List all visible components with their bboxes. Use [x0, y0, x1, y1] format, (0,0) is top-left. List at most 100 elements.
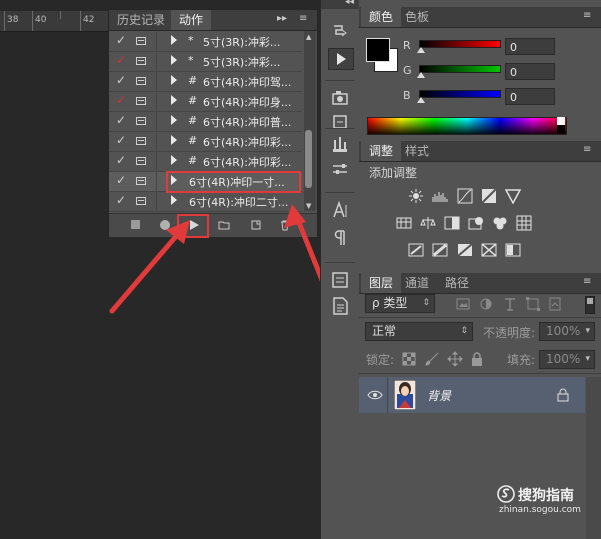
lock-transparent-icon[interactable] — [401, 351, 417, 367]
expand-triangle-icon[interactable] — [171, 155, 177, 165]
channel-value-input[interactable]: 0 — [505, 38, 555, 55]
check-icon[interactable]: ✓ — [116, 153, 126, 167]
panel-menu-icon[interactable]: ≡ — [583, 144, 591, 155]
gradient-map-icon[interactable] — [505, 242, 521, 258]
channel-slider[interactable] — [419, 40, 501, 48]
dialog-toggle-icon[interactable] — [136, 77, 146, 85]
tab-color[interactable]: 颜色 — [361, 7, 402, 27]
collapse-arrows-icon[interactable]: ▸▸ — [277, 13, 287, 24]
expand-icon[interactable]: ◂◂ — [345, 0, 354, 7]
lock-all-icon[interactable] — [469, 351, 485, 367]
dialog-toggle-icon[interactable] — [136, 157, 146, 165]
filter-toggle-switch[interactable] — [585, 296, 595, 314]
brushes-icon[interactable] — [328, 134, 352, 154]
paragraph-icon[interactable] — [328, 228, 352, 248]
panel-menu-icon[interactable]: ≡ — [583, 10, 591, 21]
tab-adjustments[interactable]: 调整 — [361, 141, 402, 161]
action-row[interactable]: ✓ #6寸(4R):冲印身... — [109, 92, 302, 112]
photo-filter-icon[interactable] — [468, 215, 484, 231]
levels-icon[interactable] — [432, 188, 448, 204]
expand-triangle-icon[interactable] — [171, 75, 177, 85]
tab-styles[interactable]: 样式 — [397, 141, 437, 161]
check-icon[interactable]: ✓ — [116, 53, 126, 67]
action-row[interactable]: ✓ * 5寸(3R):冲彩... — [109, 32, 302, 52]
action-row[interactable]: ✓ #6寸(4R):冲印普... — [109, 112, 302, 132]
action-row[interactable]: ✓ #6寸(4R):冲印彩... — [109, 152, 302, 172]
black-white-icon[interactable] — [444, 215, 460, 231]
filter-type-icon[interactable] — [502, 296, 518, 312]
layer-filter-type-select[interactable]: ρ 类型 ⇕ — [365, 294, 435, 313]
tab-history[interactable]: 历史记录 — [109, 10, 173, 30]
slider-handle-icon[interactable] — [417, 47, 425, 53]
check-icon[interactable]: ✓ — [116, 173, 126, 187]
black-white-chip[interactable] — [557, 117, 565, 133]
slider-handle-icon[interactable] — [417, 97, 425, 103]
channel-mixer-icon[interactable] — [492, 215, 508, 231]
notes-icon[interactable] — [328, 270, 352, 290]
history-brush-icon[interactable] — [328, 22, 352, 42]
filter-pixel-icon[interactable] — [455, 296, 471, 312]
posterize-icon[interactable] — [432, 242, 448, 258]
panel-menu-icon[interactable]: ≡ — [299, 13, 307, 24]
filter-shape-icon[interactable] — [525, 296, 541, 312]
info-icon[interactable] — [328, 112, 352, 132]
document-icon[interactable] — [328, 296, 352, 316]
filter-smart-object-icon[interactable] — [547, 296, 563, 312]
check-icon[interactable]: ✓ — [116, 133, 126, 147]
lock-pixels-icon[interactable] — [424, 351, 440, 367]
action-row[interactable]: ✓ #6寸(4R):冲印彩... — [109, 132, 302, 152]
vibrance-icon[interactable] — [505, 188, 521, 204]
tab-swatches[interactable]: 色板 — [397, 7, 437, 27]
threshold-icon[interactable] — [457, 242, 473, 258]
layers-scrollbar[interactable] — [586, 377, 601, 539]
check-icon[interactable]: ✓ — [116, 93, 126, 107]
camera-icon[interactable] — [328, 88, 352, 108]
tab-paths[interactable]: 路径 — [437, 273, 477, 293]
dialog-toggle-icon[interactable] — [136, 137, 146, 145]
filter-adjustment-icon[interactable] — [478, 296, 494, 312]
color-balance-icon[interactable] — [420, 215, 436, 231]
check-icon[interactable]: ✓ — [116, 113, 126, 127]
tab-channels[interactable]: 通道 — [397, 273, 437, 293]
eye-icon[interactable] — [367, 389, 383, 401]
exposure-icon[interactable] — [481, 188, 497, 204]
brightness-icon[interactable] — [408, 188, 424, 204]
check-icon[interactable]: ✓ — [116, 33, 126, 47]
tab-actions[interactable]: 动作 — [171, 10, 212, 30]
channel-value-input[interactable]: 0 — [505, 63, 555, 80]
hue-saturation-icon[interactable] — [396, 215, 412, 231]
expand-triangle-icon[interactable] — [171, 135, 177, 145]
curves-icon[interactable] — [457, 188, 473, 204]
opacity-input[interactable]: 100% ▾ — [539, 322, 595, 341]
check-icon[interactable]: ✓ — [116, 73, 126, 87]
lock-position-icon[interactable] — [447, 351, 463, 367]
tab-layers[interactable]: 图层 — [361, 273, 402, 293]
dialog-toggle-icon[interactable] — [136, 117, 146, 125]
dialog-toggle-icon[interactable] — [136, 177, 146, 185]
foreground-color-swatch[interactable] — [366, 38, 390, 62]
expand-triangle-icon[interactable] — [171, 95, 177, 105]
dialog-toggle-icon[interactable] — [136, 37, 146, 45]
expand-triangle-icon[interactable] — [171, 115, 177, 125]
dialog-toggle-icon[interactable] — [136, 97, 146, 105]
channel-slider[interactable] — [419, 65, 501, 73]
action-row[interactable]: ✓ #6寸(4R):冲印驾... — [109, 72, 302, 92]
action-row[interactable]: ✓ * 5寸(3R):冲彩... — [109, 52, 302, 72]
brush-settings-icon[interactable] — [328, 160, 352, 180]
layer-row-background[interactable]: 背景 — [359, 377, 585, 413]
color-lookup-icon[interactable] — [516, 215, 532, 231]
channel-value-input[interactable]: 0 — [505, 88, 555, 105]
dialog-toggle-icon[interactable] — [136, 57, 146, 65]
channel-slider[interactable] — [419, 90, 501, 98]
actions-play-icon[interactable] — [328, 48, 354, 70]
scrollbar-thumb[interactable] — [305, 130, 312, 188]
blend-mode-select[interactable]: 正常 ⇕ — [365, 322, 473, 341]
expand-triangle-icon[interactable] — [171, 35, 177, 45]
scroll-up-icon[interactable]: ▲ — [306, 33, 311, 41]
fill-input[interactable]: 100% ▾ — [539, 350, 595, 369]
selective-color-icon[interactable] — [481, 242, 497, 258]
expand-triangle-icon[interactable] — [171, 55, 177, 65]
slider-handle-icon[interactable] — [417, 72, 425, 78]
invert-icon[interactable] — [408, 242, 424, 258]
character-icon[interactable] — [328, 200, 352, 220]
